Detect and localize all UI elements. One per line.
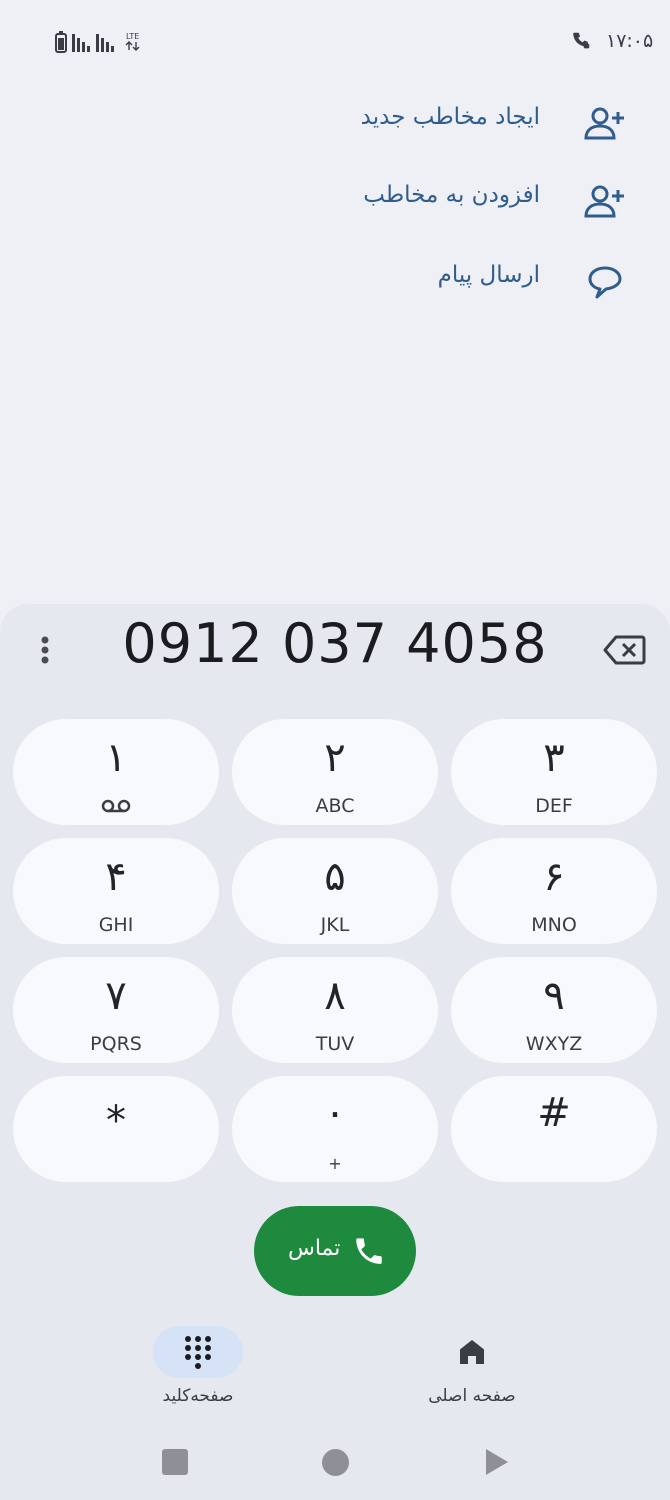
person-add-icon xyxy=(584,185,624,218)
more-options-icon[interactable] xyxy=(30,630,60,670)
key-letters: MNO xyxy=(531,914,577,936)
svg-text:LTE: LTE xyxy=(126,32,139,41)
key-digit: ۷ xyxy=(105,973,127,1019)
key-letters: DEF xyxy=(535,795,573,817)
home-button[interactable] xyxy=(322,1449,349,1476)
nav-home[interactable]: صفحه اصلی xyxy=(392,1326,552,1416)
call-status-icon xyxy=(573,32,590,49)
key-9[interactable]: ۹ WXYZ xyxy=(451,957,657,1063)
key-digit: ۶ xyxy=(543,854,565,900)
key-digit: ۳ xyxy=(543,735,565,781)
key-6[interactable]: ۶ MNO xyxy=(451,838,657,944)
send-message-label: ارسال پیام xyxy=(437,262,540,288)
key-digit: # xyxy=(537,1090,571,1136)
signal-battery-icon: LTE xyxy=(55,31,140,53)
key-digit: ۲ xyxy=(324,735,346,781)
key-3[interactable]: ۳ DEF xyxy=(451,719,657,825)
key-4[interactable]: ۴ GHI xyxy=(13,838,219,944)
key-1[interactable]: ۱ xyxy=(13,719,219,825)
key-letters: ABC xyxy=(315,795,355,817)
call-button[interactable]: تماس xyxy=(254,1206,416,1296)
key-letters: JKL xyxy=(320,914,350,936)
key-5[interactable]: ۵ JKL xyxy=(232,838,438,944)
key-digit: ۰ xyxy=(324,1090,346,1136)
dialpad-icon xyxy=(185,1336,211,1369)
key-0[interactable]: ۰ + xyxy=(232,1076,438,1182)
message-icon xyxy=(588,266,622,299)
key-digit: * xyxy=(106,1098,126,1144)
recents-button[interactable] xyxy=(162,1449,188,1475)
key-letters: PQRS xyxy=(90,1033,142,1055)
create-contact-label: ایجاد مخاطب جدید xyxy=(360,104,540,130)
key-hash[interactable]: # xyxy=(451,1076,657,1182)
dialed-number[interactable]: 0912 037 4058 xyxy=(120,612,550,692)
add-to-contact-label: افزودن به مخاطب xyxy=(363,182,540,208)
nav-home-label: صفحه اصلی xyxy=(428,1386,516,1406)
add-to-contact-button[interactable]: افزودن به مخاطب xyxy=(0,166,670,236)
call-label: تماس xyxy=(288,1236,341,1261)
key-digit: ۵ xyxy=(324,854,346,900)
key-letters: + xyxy=(328,1154,342,1173)
back-icon[interactable] xyxy=(484,1447,510,1477)
backspace-icon[interactable] xyxy=(602,632,646,668)
key-digit: ۴ xyxy=(105,854,127,900)
nav-keypad[interactable]: صفحه‌کلید xyxy=(118,1326,278,1416)
nav-keypad-label: صفحه‌کلید xyxy=(162,1386,234,1406)
home-icon xyxy=(460,1340,484,1364)
key-letters: WXYZ xyxy=(525,1033,583,1055)
status-time: ۱۷:۰۵ xyxy=(606,30,654,52)
key-digit: ۹ xyxy=(543,973,565,1019)
key-digit: ۸ xyxy=(324,973,346,1019)
key-letters: TUV xyxy=(315,1033,355,1055)
key-letters: GHI xyxy=(98,914,134,936)
key-star[interactable]: * xyxy=(13,1076,219,1182)
voicemail-icon xyxy=(101,799,131,813)
key-digit: ۱ xyxy=(105,735,127,781)
key-2[interactable]: ۲ ABC xyxy=(232,719,438,825)
send-message-button[interactable]: ارسال پیام xyxy=(0,246,670,316)
phone-icon xyxy=(356,1238,382,1264)
key-7[interactable]: ۷ PQRS xyxy=(13,957,219,1063)
person-add-icon xyxy=(584,107,624,140)
key-8[interactable]: ۸ TUV xyxy=(232,957,438,1063)
create-contact-button[interactable]: ایجاد مخاطب جدید xyxy=(0,88,670,158)
